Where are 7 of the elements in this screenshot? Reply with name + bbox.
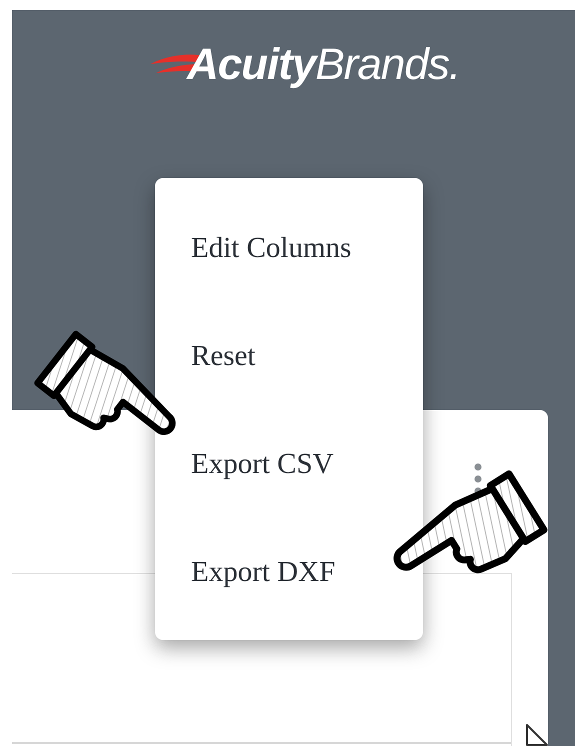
pointing-hand-icon bbox=[34, 330, 176, 435]
menu-item[interactable]: Edit Columns bbox=[155, 194, 423, 302]
logo: AcuityBrands. bbox=[186, 40, 460, 90]
menu-item[interactable]: Export DXF bbox=[155, 518, 423, 626]
pointing-hand-icon bbox=[394, 470, 548, 574]
menu-item[interactable]: Export CSV bbox=[155, 410, 423, 518]
menu-item[interactable]: Reset bbox=[155, 302, 423, 410]
